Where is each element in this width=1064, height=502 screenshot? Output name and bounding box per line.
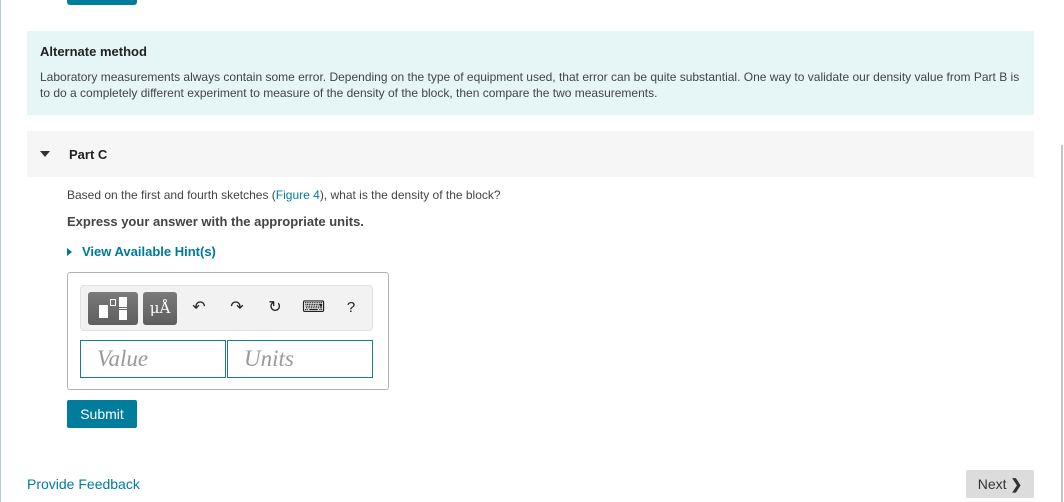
provide-feedback-link[interactable]: Provide Feedback [27,476,140,492]
left-border [0,0,1,502]
math-toolbar: μÅ ↶ ↷ ↻ ⌨ ? [80,285,373,331]
previous-submit-button[interactable] [67,0,137,5]
units-input[interactable]: Units [227,340,373,378]
value-input[interactable]: Value [80,340,226,378]
symbols-button[interactable]: μÅ [143,292,177,325]
next-button[interactable]: Next ❯ [966,470,1034,498]
reset-icon[interactable]: ↻ [265,296,285,320]
figure-link[interactable]: Figure 4 [276,188,320,202]
help-icon[interactable]: ? [341,296,361,320]
info-text: Laboratory measurements always contain s… [40,70,1020,100]
part-label: Part C [69,146,108,162]
undo-icon[interactable]: ↶ [189,296,209,320]
alternate-method-panel: Alternate method Laboratory measurements… [27,31,1034,115]
view-hints-link[interactable]: View Available Hint(s) [67,244,216,259]
next-label: Next [977,476,1007,492]
chevron-right-icon: ❯ [1010,475,1023,492]
templates-button[interactable] [88,292,138,325]
submit-button[interactable]: Submit [67,400,137,428]
scrollbar[interactable] [1061,145,1063,502]
answer-box: μÅ ↶ ↷ ↻ ⌨ ? Value Units [67,272,389,390]
question-text: Based on the first and fourth sketches (… [67,188,501,202]
redo-icon[interactable]: ↷ [227,296,247,320]
keyboard-icon[interactable]: ⌨ [302,296,325,320]
collapse-triangle-icon[interactable] [40,151,50,157]
express-instructions: Express your answer with the appropriate… [67,214,364,229]
info-title: Alternate method [40,44,147,59]
expand-triangle-icon [67,247,72,256]
part-c-header[interactable]: Part C [27,131,1034,177]
hint-label[interactable]: View Available Hint(s) [82,244,216,259]
